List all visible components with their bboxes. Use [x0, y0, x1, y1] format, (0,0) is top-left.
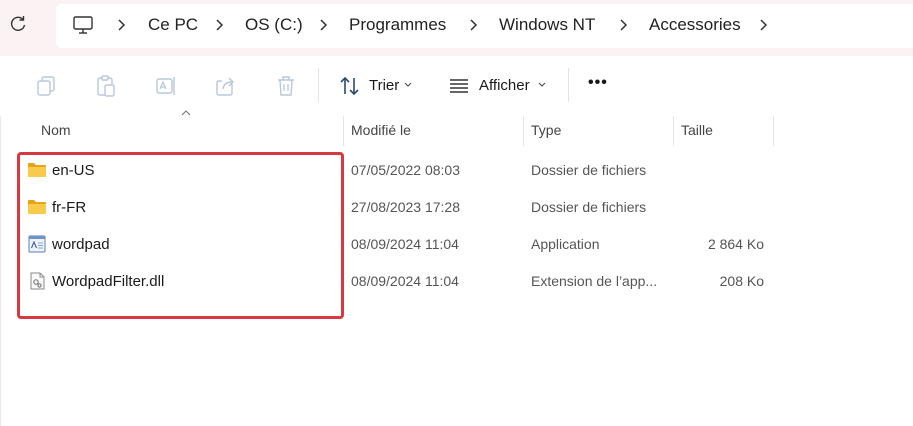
rename-icon[interactable] — [154, 74, 178, 98]
file-size: 208 Ko — [719, 273, 764, 289]
file-type: Dossier de fichiers — [531, 162, 647, 178]
column-divider[interactable] — [673, 116, 674, 146]
paste-icon[interactable] — [94, 74, 118, 98]
file-type: Extension de l’app... — [531, 273, 658, 289]
sort-button[interactable]: Trier — [369, 77, 399, 94]
delete-icon[interactable] — [274, 74, 298, 98]
command-bar: Trier Afficher ••• — [0, 56, 913, 116]
share-icon[interactable] — [214, 74, 238, 98]
breadcrumb-item-programmes[interactable]: Programmes — [349, 15, 446, 35]
chevron-right-icon[interactable] — [215, 18, 225, 32]
file-modified: 08/09/2024 11:04 — [351, 236, 459, 252]
chevron-right-icon[interactable] — [469, 18, 479, 32]
column-divider[interactable] — [773, 116, 774, 146]
breadcrumb-item-ce-pc[interactable]: Ce PC — [148, 15, 198, 35]
column-header-row: Nom Modifié le Type Taille — [0, 116, 913, 146]
pane-border — [0, 116, 1, 426]
column-header-type[interactable]: Type — [531, 122, 561, 138]
computer-icon[interactable] — [72, 15, 94, 35]
column-header-size[interactable]: Taille — [681, 122, 713, 138]
column-header-name[interactable]: Nom — [41, 122, 71, 138]
chevron-right-icon[interactable] — [117, 18, 127, 32]
file-type: Dossier de fichiers — [531, 199, 647, 215]
file-size: 2 864 Ko — [707, 236, 764, 252]
chevron-right-icon[interactable] — [619, 18, 629, 32]
breadcrumb[interactable]: Ce PC OS (C:) Programmes Windows NT Acce… — [56, 4, 913, 48]
view-icon[interactable] — [447, 74, 471, 98]
chevron-down-icon[interactable] — [538, 82, 546, 88]
column-header-modified[interactable]: Modifié le — [351, 122, 411, 138]
file-modified: 07/05/2022 08:03 — [351, 162, 460, 178]
breadcrumb-item-windows-nt[interactable]: Windows NT — [499, 15, 595, 35]
file-modified: 27/08/2023 17:28 — [351, 199, 460, 215]
breadcrumb-item-accessories[interactable]: Accessories — [649, 15, 741, 35]
address-bar: Ce PC OS (C:) Programmes Windows NT Acce… — [0, 0, 913, 56]
column-divider[interactable] — [343, 116, 344, 146]
toolbar-divider — [318, 68, 319, 102]
view-button[interactable]: Afficher — [479, 77, 530, 94]
copy-icon[interactable] — [34, 74, 58, 98]
chevron-right-icon[interactable] — [319, 18, 329, 32]
chevron-down-icon[interactable] — [404, 82, 412, 88]
toolbar-divider — [568, 68, 569, 102]
sort-icon[interactable] — [338, 74, 362, 98]
refresh-icon[interactable] — [8, 14, 28, 34]
file-type: Application — [531, 236, 600, 252]
selection-highlight-box — [17, 152, 344, 319]
breadcrumb-item-os-c[interactable]: OS (C:) — [245, 15, 303, 35]
chevron-right-icon[interactable] — [759, 18, 769, 32]
more-options-button[interactable]: ••• — [588, 74, 608, 92]
file-modified: 08/09/2024 11:04 — [351, 273, 459, 289]
column-divider[interactable] — [523, 116, 524, 146]
